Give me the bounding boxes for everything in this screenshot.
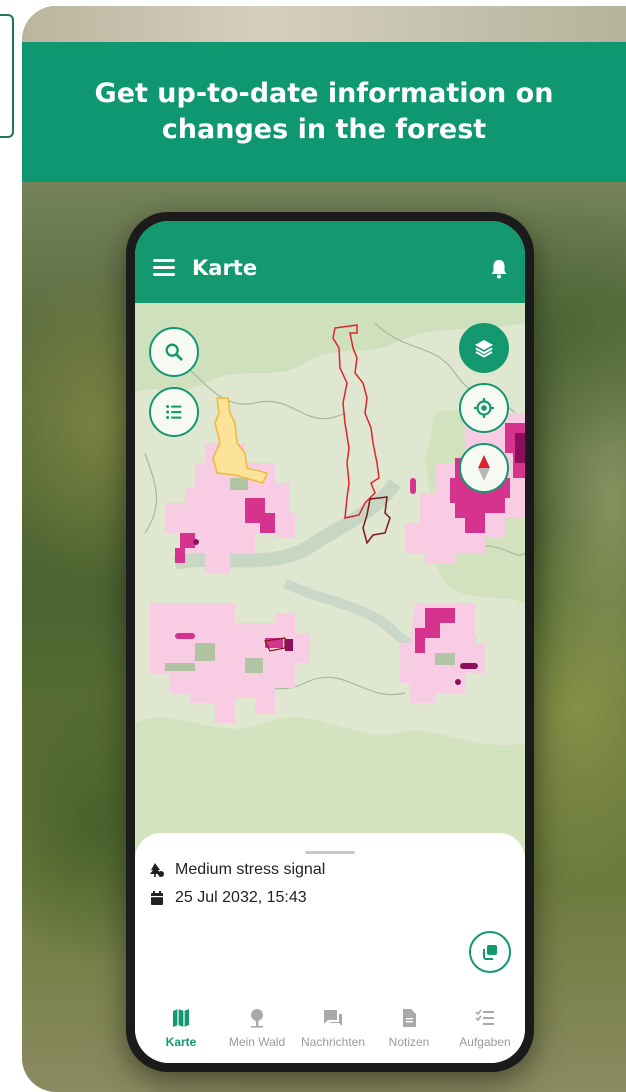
nav-label: Karte [165, 1035, 197, 1049]
nav-item-nachrichten[interactable]: Nachrichten [295, 993, 371, 1063]
layers-icon [475, 340, 493, 358]
nav-label: Notizen [388, 1035, 430, 1049]
nav-label: Aufgaben [459, 1035, 511, 1049]
copy-icon [483, 945, 497, 960]
banner-headline: Get up-to-date information on changes in… [94, 78, 554, 145]
nav-item-karte[interactable]: Karte [143, 993, 219, 1063]
bell-icon[interactable] [487, 257, 511, 281]
tree-alert-icon [150, 863, 164, 877]
app-bar: Karte [135, 221, 525, 303]
copy-button[interactable] [469, 931, 511, 973]
promo-banner: Get up-to-date information on changes in… [22, 42, 626, 182]
compass-button[interactable] [459, 443, 509, 493]
promo-card: Get up-to-date information on changes in… [22, 6, 626, 1092]
layers-button[interactable] [459, 323, 509, 373]
note-icon [403, 1009, 416, 1027]
nav-item-mein-wald[interactable]: Mein Wald [219, 993, 295, 1063]
forest-map[interactable] [135, 303, 525, 863]
bottom-nav: Karte Mein Wald Nachrichten Notizen Aufg… [135, 993, 525, 1063]
map-icon [173, 1009, 189, 1027]
signal-label: Medium stress signal [175, 861, 326, 878]
nav-item-notizen[interactable]: Notizen [371, 993, 447, 1063]
locate-button[interactable] [459, 383, 509, 433]
nav-item-aufgaben[interactable]: Aufgaben [447, 993, 523, 1063]
tree-icon [251, 1009, 263, 1028]
map-canvas[interactable] [135, 303, 525, 863]
search-button[interactable] [149, 327, 199, 377]
app-bar-title: Karte [192, 256, 258, 280]
compass-icon [478, 455, 490, 481]
calendar-icon [151, 891, 163, 905]
phone-screen: Karte Medium stress signal 25 Jul 2032, … [135, 221, 525, 1063]
page-edge-tab [0, 14, 14, 138]
phone-mockup: Karte Medium stress signal 25 Jul 2032, … [126, 212, 534, 1072]
nav-label: Mein Wald [228, 1035, 286, 1049]
crosshair-icon [474, 398, 494, 418]
tasks-icon [475, 1009, 494, 1025]
list-icon [166, 405, 182, 419]
chat-icon [324, 1010, 342, 1026]
forest-background-top [22, 6, 626, 44]
date-row: 25 Jul 2032, 15:43 [149, 889, 307, 907]
menu-icon[interactable] [153, 259, 175, 277]
signal-row: Medium stress signal [149, 861, 325, 879]
nav-label: Nachrichten [300, 1035, 366, 1049]
search-icon [165, 343, 183, 361]
sheet-handle[interactable] [305, 851, 355, 854]
date-label: 25 Jul 2032, 15:43 [175, 889, 307, 906]
list-button[interactable] [149, 387, 199, 437]
detail-sheet: Medium stress signal 25 Jul 2032, 15:43 [135, 833, 525, 1063]
